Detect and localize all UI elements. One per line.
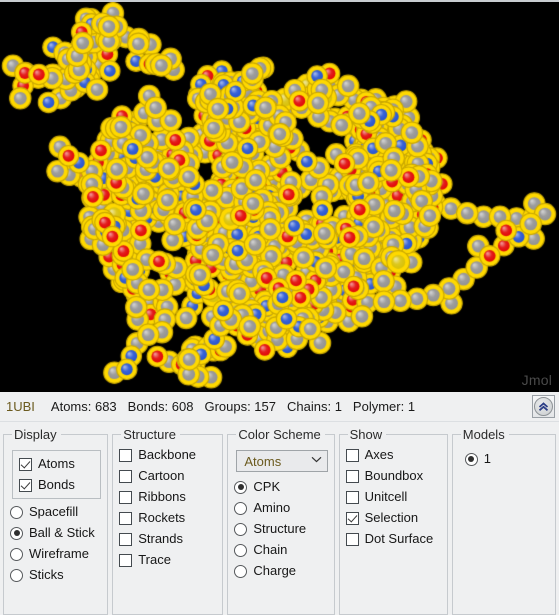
group-structure: Structure Backbone Cartoon Ribbons Rocke… — [112, 427, 224, 615]
checkbox-bonds[interactable]: Bonds — [19, 478, 95, 492]
radio-chain-dot — [234, 543, 248, 557]
radio-sticks-dot — [10, 568, 23, 582]
color-scheme-target-dropdown[interactable]: Atoms — [236, 450, 328, 472]
radio-structure-dot — [234, 522, 248, 536]
checkbox-trace-label: Trace — [138, 552, 171, 567]
checkbox-trace[interactable]: Trace — [119, 553, 218, 567]
jmol-application-window: Jmol 1UBI Atoms: 683 Bonds: 608 Groups: … — [0, 0, 559, 615]
radio-chain-label: Chain — [253, 542, 288, 557]
radio-charge-dot — [234, 564, 248, 578]
radio-model-1-dot — [464, 452, 478, 466]
checkbox-dot-surface[interactable]: Dot Surface — [345, 531, 443, 546]
radio-sticks[interactable]: Sticks — [10, 568, 103, 582]
checkbox-dot-surface-box — [345, 532, 359, 546]
radio-structure[interactable]: Structure — [234, 522, 329, 536]
controls-region: Display Atoms Bonds Spacefill Ball & Sti… — [0, 422, 559, 615]
checkbox-backbone-box — [119, 448, 133, 462]
group-show-title: Show — [349, 427, 383, 442]
radio-ball-and-stick-dot — [10, 526, 23, 540]
radio-charge[interactable]: Charge — [234, 564, 329, 578]
checkbox-cartoon[interactable]: Cartoon — [119, 469, 218, 483]
checkbox-bonds-label: Bonds — [38, 477, 75, 492]
radio-cpk-dot — [234, 480, 248, 494]
checkbox-selection[interactable]: Selection — [345, 510, 443, 525]
checkbox-selection-label: Selection — [364, 510, 419, 525]
checkbox-backbone[interactable]: Backbone — [119, 448, 218, 462]
stat-atoms: Atoms: 683 — [50, 399, 117, 414]
radio-charge-label: Charge — [253, 563, 297, 578]
checkbox-ribbons[interactable]: Ribbons — [119, 490, 218, 504]
checkbox-ribbons-label: Ribbons — [138, 489, 186, 504]
group-display-title: Display — [14, 427, 57, 442]
checkbox-axes-box — [345, 448, 359, 462]
double-chevron-up-icon — [534, 397, 553, 416]
radio-structure-label: Structure — [253, 521, 307, 536]
checkbox-strands-box — [119, 532, 133, 546]
group-structure-title: Structure — [123, 427, 176, 442]
radio-model-1-label: 1 — [483, 451, 492, 466]
group-models-title: Models — [462, 427, 505, 442]
checkbox-atoms[interactable]: Atoms — [19, 457, 95, 471]
radio-amino[interactable]: Amino — [234, 501, 329, 515]
pdb-id-label: 1UBI — [6, 399, 35, 414]
checkbox-strands[interactable]: Strands — [119, 532, 218, 546]
checkbox-unitcell-box — [345, 490, 359, 504]
radio-ball-and-stick[interactable]: Ball & Stick — [10, 526, 103, 540]
radio-sticks-label: Sticks — [29, 567, 64, 582]
checkbox-rockets-label: Rockets — [138, 510, 186, 525]
checkbox-backbone-label: Backbone — [138, 447, 197, 462]
radio-cpk[interactable]: CPK — [234, 480, 329, 494]
molecule-canvas[interactable] — [0, 2, 559, 392]
checkbox-trace-box — [119, 553, 133, 567]
checkbox-axes-label: Axes — [364, 447, 394, 462]
checkbox-unitcell[interactable]: Unitcell — [345, 489, 443, 504]
radio-chain[interactable]: Chain — [234, 543, 329, 557]
checkbox-rockets[interactable]: Rockets — [119, 511, 218, 525]
display-toggles-subpanel: Atoms Bonds — [12, 450, 102, 499]
radio-wireframe[interactable]: Wireframe — [10, 547, 103, 561]
radio-spacefill-dot — [10, 505, 23, 519]
radio-wireframe-dot — [10, 547, 23, 561]
checkbox-strands-label: Strands — [138, 531, 184, 546]
radio-model-1[interactable]: 1 — [464, 451, 551, 466]
checkbox-cartoon-box — [119, 469, 133, 483]
collapse-panel-button[interactable] — [532, 395, 555, 418]
molecule-viewport[interactable]: Jmol — [0, 0, 559, 392]
checkbox-atoms-label: Atoms — [38, 456, 75, 471]
group-models: Models 1 — [451, 427, 557, 615]
group-color-scheme: Color Scheme Atoms CPK Amino Structure C… — [227, 427, 335, 615]
stat-groups: Groups: 157 — [204, 399, 276, 414]
jmol-watermark: Jmol — [521, 372, 552, 388]
checkbox-rockets-box — [119, 511, 133, 525]
status-bar: 1UBI Atoms: 683 Bonds: 608 Groups: 157 C… — [0, 392, 559, 422]
radio-ball-and-stick-label: Ball & Stick — [29, 525, 95, 540]
models-list: 1 — [459, 448, 551, 466]
group-display: Display Atoms Bonds Spacefill Ball & Sti… — [3, 427, 109, 615]
radio-cpk-label: CPK — [253, 479, 281, 494]
checkbox-boundbox[interactable]: Boundbox — [345, 468, 443, 483]
checkbox-axes[interactable]: Axes — [345, 447, 443, 462]
checkbox-boundbox-label: Boundbox — [364, 468, 424, 483]
group-show: Show Axes Boundbox Unitcell Selection Do… — [338, 427, 448, 615]
radio-amino-label: Amino — [253, 500, 291, 515]
checkbox-atoms-box — [19, 457, 32, 471]
checkbox-boundbox-box — [345, 469, 359, 483]
stat-chains: Chains: 1 — [287, 399, 342, 414]
radio-amino-dot — [234, 501, 248, 515]
checkbox-unitcell-label: Unitcell — [364, 489, 408, 504]
stat-polymer: Polymer: 1 — [352, 399, 416, 414]
color-scheme-target-value: Atoms — [244, 453, 282, 469]
stat-bonds: Bonds: 608 — [127, 399, 194, 414]
checkbox-ribbons-box — [119, 490, 133, 504]
group-color-scheme-title: Color Scheme — [238, 427, 321, 442]
checkbox-cartoon-label: Cartoon — [138, 468, 185, 483]
radio-spacefill-label: Spacefill — [29, 504, 79, 519]
radio-wireframe-label: Wireframe — [29, 546, 89, 561]
chevron-down-icon — [311, 456, 322, 466]
checkbox-dot-surface-label: Dot Surface — [364, 531, 434, 546]
checkbox-selection-box — [345, 511, 359, 525]
checkbox-bonds-box — [19, 478, 32, 492]
radio-spacefill[interactable]: Spacefill — [10, 505, 103, 519]
